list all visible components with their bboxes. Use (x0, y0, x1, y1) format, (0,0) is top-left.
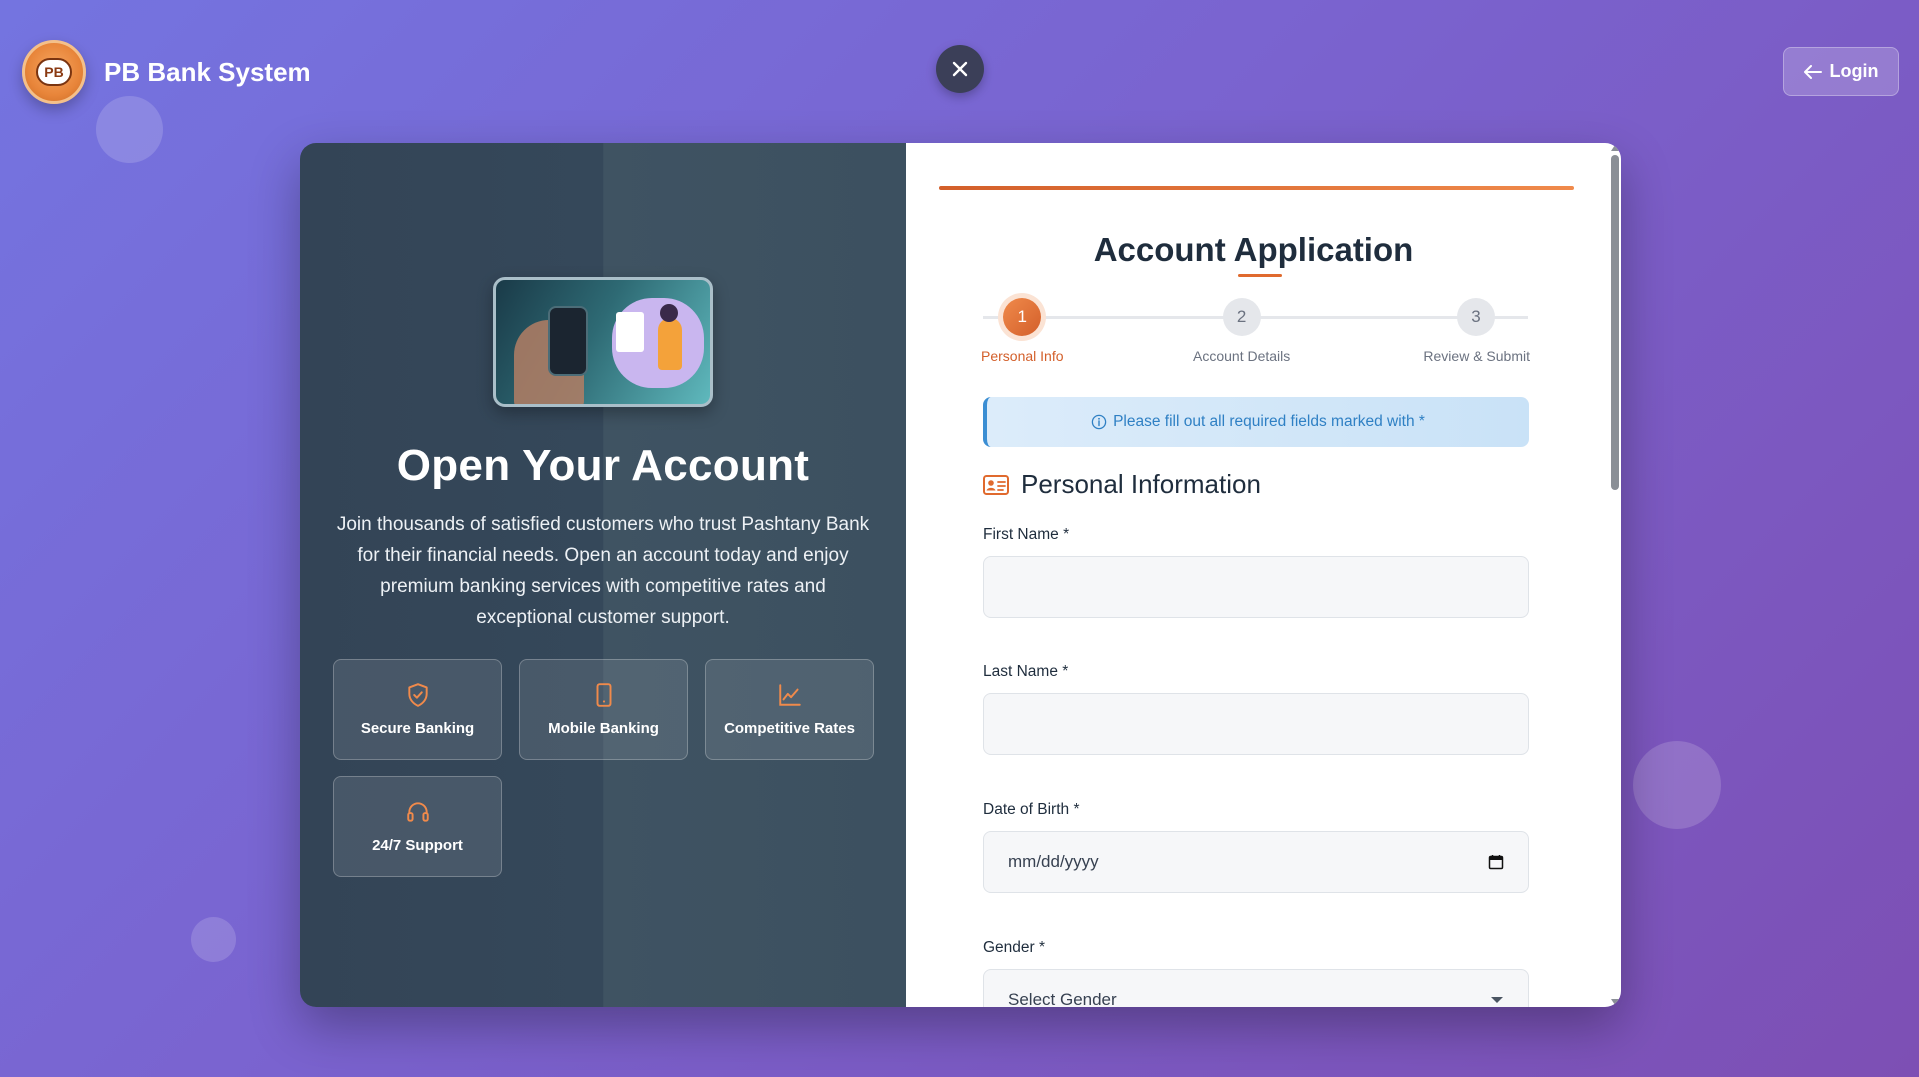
arrow-left-icon (1803, 64, 1822, 79)
decorative-bubble (191, 917, 236, 962)
feature-label: Secure Banking (360, 720, 475, 737)
close-button[interactable] (936, 45, 984, 93)
stepper: 1 Personal Info 2 Account Details 3 Revi… (981, 298, 1530, 368)
first-name-input[interactable] (983, 556, 1529, 618)
step-label: Review & Submit (1423, 348, 1530, 364)
feature-label: 24/7 Support (372, 837, 463, 854)
gender-field: Gender * Select Gender (983, 939, 1529, 1007)
brand-name: PB Bank System (104, 56, 311, 87)
decorative-bubble (1633, 741, 1721, 829)
step-review-submit[interactable]: 3 Review & Submit (1423, 298, 1530, 364)
logo-text: PB (36, 58, 72, 86)
feature-label: Competitive Rates (724, 720, 855, 737)
last-name-input[interactable] (983, 693, 1529, 755)
hero-intro: Join thousands of satisfied customers wh… (336, 514, 870, 628)
gender-label: Gender * (983, 939, 1046, 956)
close-icon (952, 61, 968, 77)
scrollbar-thumb[interactable] (1611, 155, 1619, 490)
step-personal-info[interactable]: 1 Personal Info (981, 298, 1064, 364)
hero-title: Open Your Account (396, 441, 810, 490)
gender-select[interactable]: Select Gender (983, 969, 1529, 1007)
brand[interactable]: PB PB Bank System (22, 40, 311, 104)
step-account-details[interactable]: 2 Account Details (1193, 298, 1290, 364)
mobile-icon (596, 683, 611, 707)
first-name-field: First Name * (983, 526, 1529, 618)
feature-list: Secure Banking Mobile Banking Competitiv… (333, 659, 874, 877)
chart-line-icon (778, 684, 801, 706)
notice-text: Please fill out all required fields mark… (1113, 413, 1425, 430)
shield-check-icon (407, 683, 428, 707)
first-name-label: First Name * (983, 526, 1070, 543)
last-name-field: Last Name * (983, 663, 1529, 755)
feature-competitive-rates[interactable]: Competitive Rates (705, 659, 874, 760)
info-icon (1091, 414, 1107, 430)
step-number: 3 (1457, 298, 1495, 336)
hero-panel: Open Your Account Join thousands of sati… (300, 143, 906, 1007)
hero-illustration (493, 277, 713, 407)
feature-support[interactable]: 24/7 Support (333, 776, 502, 877)
form-title: Account Application (1093, 231, 1414, 268)
application-form: Account Application 1 Personal Info 2 Ac… (906, 143, 1621, 1007)
step-number: 2 (1222, 298, 1261, 336)
last-name-label: Last Name * (983, 663, 1069, 680)
login-button[interactable]: Login (1783, 47, 1899, 96)
required-fields-notice: Please fill out all required fields mark… (983, 397, 1529, 447)
feature-label: Mobile Banking (548, 720, 659, 737)
account-modal: Open Your Account Join thousands of sati… (300, 143, 1621, 1007)
scroll-up-arrow[interactable] (1611, 145, 1619, 151)
dob-label: Date of Birth * (983, 801, 1080, 818)
chevron-down-icon (1491, 997, 1503, 1003)
step-label: Personal Info (981, 348, 1064, 364)
title-underline (1238, 274, 1282, 277)
progress-bar (939, 186, 1574, 190)
feature-secure-banking[interactable]: Secure Banking (333, 659, 502, 760)
scroll-down-arrow[interactable] (1611, 999, 1619, 1005)
step-number: 1 (1003, 298, 1042, 336)
dob-input[interactable]: mm/dd/yyyy (983, 831, 1529, 893)
id-card-icon (983, 474, 1009, 495)
step-label: Account Details (1193, 348, 1291, 364)
section-title: Personal Information (983, 469, 1261, 500)
dob-field: Date of Birth * mm/dd/yyyy (983, 801, 1529, 893)
section-title-text: Personal Information (1021, 469, 1261, 499)
dob-placeholder: mm/dd/yyyy (1008, 852, 1099, 871)
decorative-bubble (96, 96, 163, 163)
login-label: Login (1829, 61, 1879, 81)
headset-icon (406, 802, 429, 822)
gender-selected: Select Gender (1008, 990, 1117, 1007)
feature-mobile-banking[interactable]: Mobile Banking (519, 659, 688, 760)
bank-logo: PB (22, 40, 86, 104)
calendar-icon[interactable] (1488, 854, 1504, 870)
